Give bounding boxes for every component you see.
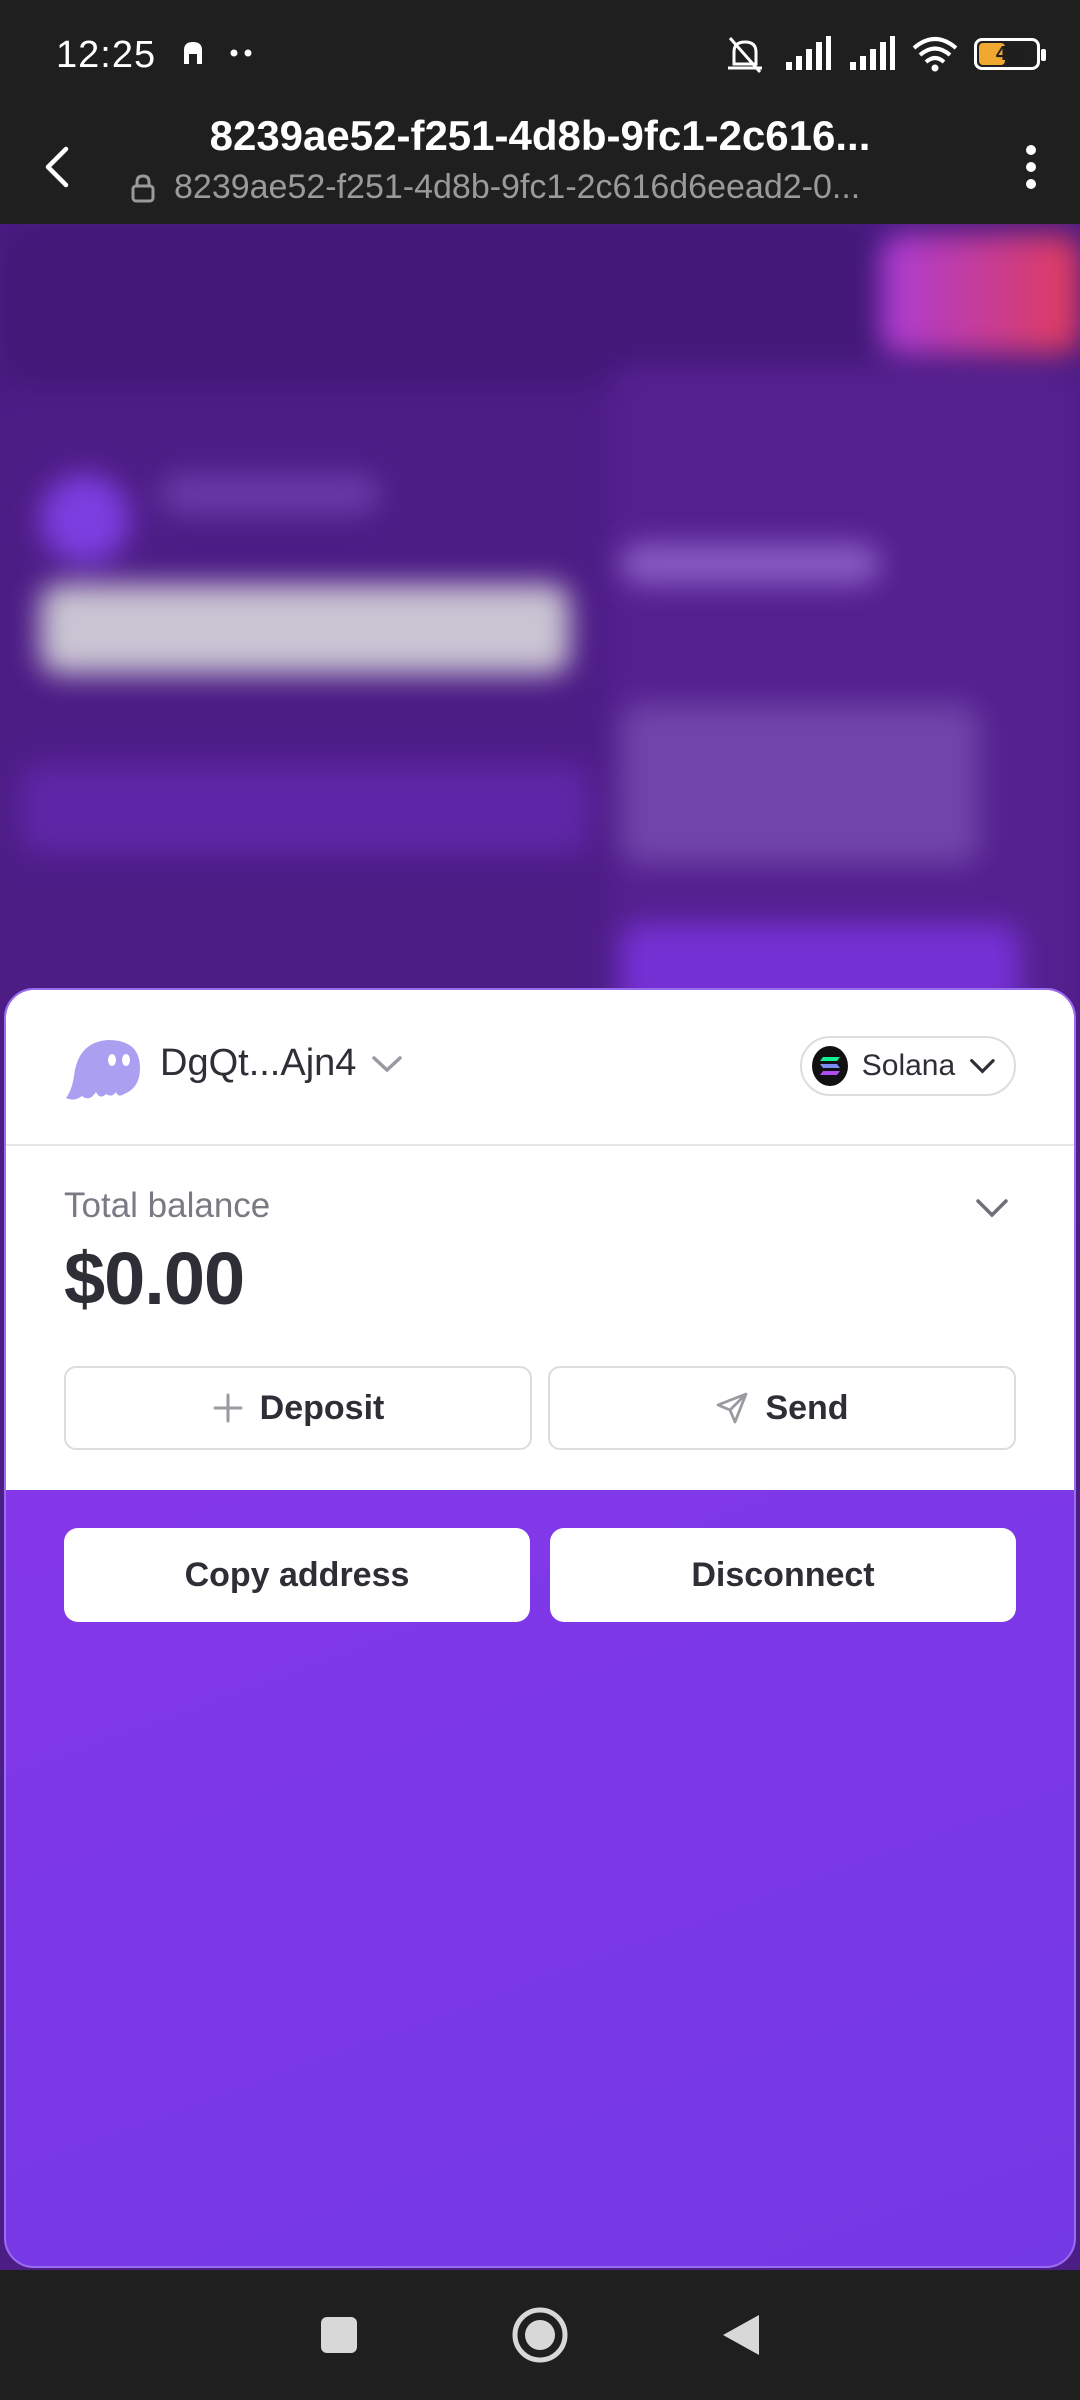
disconnect-button[interactable]: Disconnect [550, 1528, 1016, 1622]
notification-icon [184, 42, 202, 64]
account-name: DgQt...Ajn4 [160, 1042, 357, 1084]
chevron-down-icon [970, 1059, 995, 1074]
signal-icon [786, 36, 831, 70]
wallet-summary-panel: DgQt...Ajn4 Solana Total balance $0.00 D… [6, 990, 1074, 1490]
back-arrow-icon [45, 146, 69, 188]
lock-icon [131, 173, 155, 202]
copy-address-button[interactable]: Copy address [64, 1528, 530, 1622]
more-menu-button[interactable] [996, 132, 1066, 202]
silent-icon [728, 37, 762, 73]
send-icon [717, 1392, 748, 1424]
solana-icon [812, 1046, 848, 1086]
chevron-down-icon [372, 1055, 403, 1072]
url-bar[interactable]: 8239ae52-f251-4d8b-9fc1-2c616d6eead2-0..… [130, 168, 930, 207]
system-nav-bar [0, 2270, 1080, 2400]
chevron-down-icon[interactable] [970, 1186, 1014, 1230]
more-vertical-icon [1026, 145, 1036, 189]
back-triangle-icon[interactable] [719, 2311, 763, 2359]
account-row: DgQt...Ajn4 Solana [6, 990, 1074, 1146]
page-title: 8239ae52-f251-4d8b-9fc1-2c616... [209, 112, 871, 159]
url-text: 8239ae52-f251-4d8b-9fc1-2c616d6eead2-0..… [174, 168, 861, 206]
status-left-icons [178, 38, 256, 68]
status-right-icons: 43 [722, 34, 1046, 74]
status-time: 12:25 [56, 34, 157, 76]
back-button[interactable] [22, 132, 92, 202]
battery-level: 43 [995, 42, 1019, 65]
recents-icon[interactable] [317, 2313, 361, 2357]
signal-icon [850, 36, 895, 70]
wifi-icon [912, 37, 958, 72]
send-label: Send [765, 1388, 849, 1427]
phantom-ghost-icon [66, 1040, 140, 1100]
deposit-button[interactable]: Deposit [64, 1366, 532, 1450]
browser-header: 8239ae52-f251-4d8b-9fc1-2c616... 8239ae5… [0, 112, 1080, 224]
balance-value: $0.00 [64, 1237, 245, 1320]
account-selector[interactable]: DgQt...Ajn4 [160, 1042, 404, 1085]
network-selector[interactable]: Solana [800, 1036, 1016, 1096]
plus-icon [213, 1393, 243, 1423]
home-icon[interactable] [511, 2306, 569, 2364]
more-dots-icon [230, 49, 252, 57]
network-name: Solana [861, 1049, 956, 1082]
battery-icon: 43 [974, 38, 1046, 70]
balance-label: Total balance [64, 1186, 271, 1225]
status-bar: 12:25 43 [0, 0, 1080, 112]
deposit-label: Deposit [259, 1388, 385, 1427]
send-button[interactable]: Send [548, 1366, 1016, 1450]
wallet-modal: DgQt...Ajn4 Solana Total balance $0.00 D… [4, 988, 1076, 2268]
